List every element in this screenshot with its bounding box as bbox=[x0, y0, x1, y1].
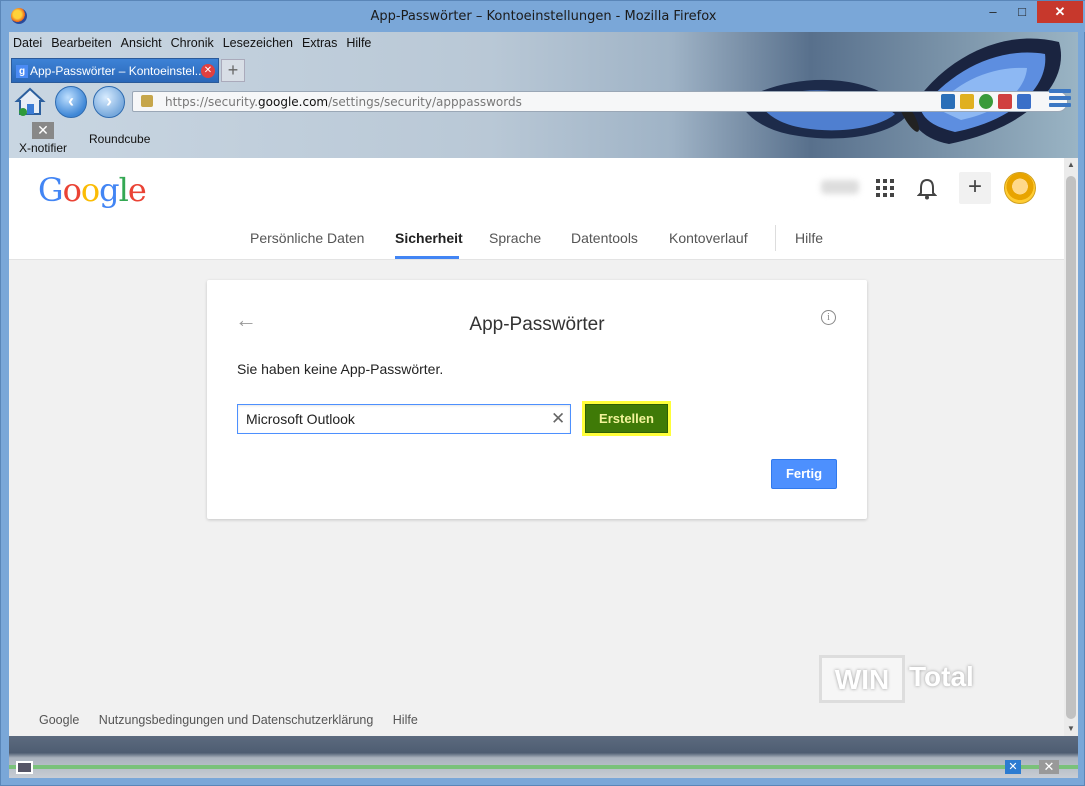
home-icon[interactable] bbox=[13, 84, 47, 118]
scrollbar-thumb[interactable] bbox=[1066, 176, 1076, 719]
tab-personal-data[interactable]: Persönliche Daten bbox=[250, 230, 364, 246]
menu-hilfe[interactable]: Hilfe bbox=[342, 32, 376, 54]
person-addon-icon[interactable] bbox=[941, 94, 955, 109]
google-favicon: g bbox=[16, 65, 28, 78]
shield-icon[interactable] bbox=[1017, 94, 1031, 109]
bookmark-xnotifier[interactable]: ✕ X-notifier bbox=[13, 122, 73, 155]
tab-close-icon[interactable]: ✕ bbox=[201, 64, 215, 78]
footer-help-link[interactable]: Hilfe bbox=[393, 713, 418, 727]
menu-lesezeichen[interactable]: Lesezeichen bbox=[219, 32, 298, 54]
add-button[interactable]: + bbox=[959, 172, 991, 204]
bookmark-roundcube[interactable]: Roundcube bbox=[89, 132, 150, 146]
progress-line bbox=[9, 765, 1078, 769]
menu-bearbeiten[interactable]: Bearbeiten bbox=[47, 32, 116, 54]
addon-status-icon[interactable]: ✕ bbox=[1005, 760, 1021, 774]
url-text[interactable]: https://security.google.com/settings/sec… bbox=[165, 95, 522, 109]
addon-icons bbox=[941, 94, 1031, 109]
address-bar[interactable]: https://security.google.com/settings/sec… bbox=[132, 91, 1068, 112]
tab-account-history[interactable]: Kontoverlauf bbox=[669, 230, 748, 246]
xnotifier-icon: ✕ bbox=[32, 122, 54, 139]
new-tab-button[interactable]: + bbox=[221, 59, 245, 82]
empty-state-message: Sie haben keine App-Passwörter. bbox=[237, 361, 444, 377]
navigation-bar: ‹ › https://security.google.com/settings… bbox=[9, 84, 1078, 120]
close-window-button[interactable]: ✕ bbox=[1037, 1, 1083, 23]
account-nav: Persönliche Daten Sicherheit Sprache Dat… bbox=[9, 225, 1064, 260]
menu-extras[interactable]: Extras bbox=[298, 32, 342, 54]
xnotifier-label: X-notifier bbox=[18, 141, 68, 155]
menu-bar: Datei Bearbeiten Ansicht Chronik Lesezei… bbox=[9, 32, 376, 54]
menu-ansicht[interactable]: Ansicht bbox=[117, 32, 167, 54]
lock-icon[interactable] bbox=[141, 95, 153, 107]
watermark-win: WIN bbox=[819, 655, 905, 703]
status-bar: ✕ ✕ bbox=[9, 736, 1078, 778]
tab-datatools[interactable]: Datentools bbox=[571, 230, 638, 246]
noscript-icon[interactable] bbox=[960, 94, 974, 109]
menu-datei[interactable]: Datei bbox=[9, 32, 47, 54]
page-footer: Google Nutzungsbedingungen und Datenschu… bbox=[39, 713, 434, 727]
create-button[interactable]: Erstellen bbox=[585, 404, 668, 433]
tab-help[interactable]: Hilfe bbox=[795, 230, 823, 246]
footer-google-link[interactable]: Google bbox=[39, 713, 79, 727]
apps-grid-icon[interactable] bbox=[876, 179, 894, 197]
forward-icon[interactable]: › bbox=[93, 86, 125, 118]
xnotifier-status-icon[interactable]: ✕ bbox=[1039, 760, 1059, 774]
clear-input-icon[interactable]: ✕ bbox=[551, 409, 565, 429]
app-passwords-card: ← i App-Passwörter Sie haben keine App-P… bbox=[207, 280, 867, 519]
bell-icon[interactable] bbox=[917, 178, 937, 200]
back-icon[interactable]: ‹ bbox=[55, 86, 87, 118]
scroll-up-icon[interactable]: ▲ bbox=[1064, 158, 1078, 172]
hamburger-icon[interactable] bbox=[1049, 89, 1071, 111]
gear-addon-icon[interactable] bbox=[998, 94, 1012, 109]
firefox-window: App-Passwörter – Kontoeinstellungen - Mo… bbox=[0, 0, 1085, 786]
window-icon[interactable] bbox=[16, 761, 33, 774]
title-bar: App-Passwörter – Kontoeinstellungen - Mo… bbox=[1, 1, 1085, 32]
scroll-down-icon[interactable]: ▼ bbox=[1064, 722, 1078, 736]
tab-label: App-Passwörter – Kontoeinstel... bbox=[30, 64, 205, 78]
window-title: App-Passwörter – Kontoeinstellungen - Mo… bbox=[370, 9, 717, 24]
nav-divider bbox=[775, 225, 776, 251]
maximize-button[interactable]: □ bbox=[1008, 1, 1036, 23]
watermark-total: Total bbox=[909, 661, 974, 692]
page-title: App-Passwörter bbox=[469, 314, 605, 335]
footer-terms-link[interactable]: Nutzungsbedingungen und Datenschutzerklä… bbox=[99, 713, 374, 727]
vertical-scrollbar[interactable]: ▲ ▼ bbox=[1064, 158, 1078, 736]
google-logo[interactable]: Google bbox=[38, 171, 147, 209]
wintotal-watermark: WIN Total bbox=[819, 655, 979, 705]
tab-security[interactable]: Sicherheit bbox=[395, 230, 463, 246]
create-button-highlight: Erstellen bbox=[582, 401, 671, 436]
avatar[interactable] bbox=[1004, 172, 1036, 204]
app-name-input[interactable] bbox=[237, 404, 571, 434]
menu-chronik[interactable]: Chronik bbox=[167, 32, 219, 54]
tab-app-passwords[interactable]: g App-Passwörter – Kontoeinstel... ✕ bbox=[11, 58, 219, 83]
tab-language[interactable]: Sprache bbox=[489, 230, 541, 246]
browser-toolbar-area: Datei Bearbeiten Ansicht Chronik Lesezei… bbox=[9, 32, 1078, 158]
page-content: Google + Persönliche Daten Sicherheit Sp… bbox=[9, 158, 1064, 736]
blurred-user-name bbox=[821, 180, 859, 194]
google-header: Google + Persönliche Daten Sicherheit Sp… bbox=[9, 158, 1064, 260]
refresh-addon-icon[interactable] bbox=[979, 94, 993, 109]
done-button[interactable]: Fertig bbox=[771, 459, 837, 489]
minimize-button[interactable]: – bbox=[979, 1, 1007, 23]
active-tab-indicator bbox=[395, 256, 459, 259]
